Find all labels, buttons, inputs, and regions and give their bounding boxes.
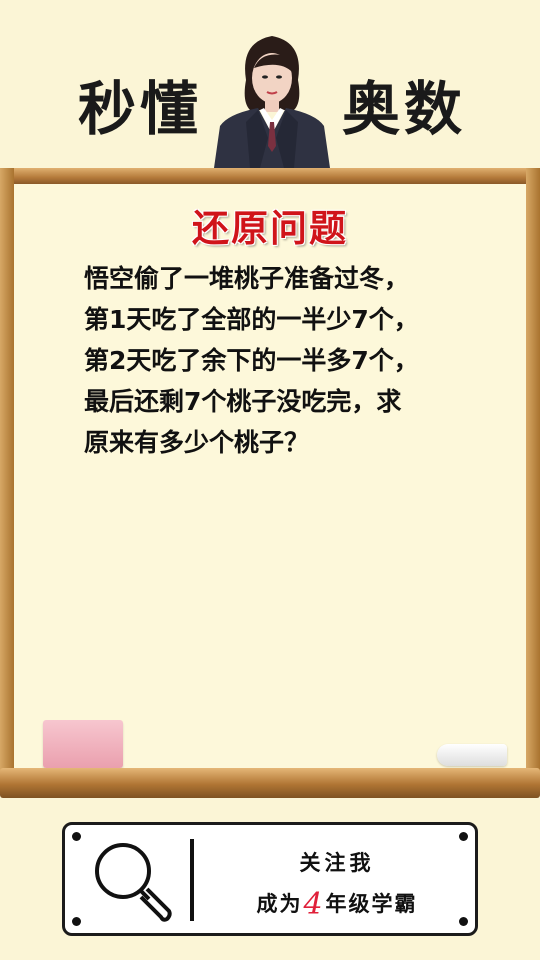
search-icon[interactable] (85, 833, 177, 925)
problem-line: 悟空偷了一堆桃子准备过冬， (84, 264, 410, 293)
follow-label[interactable]: 关注我 (195, 847, 479, 877)
header: 秒懂 奥数 (0, 0, 540, 170)
brand-title-left: 秒懂 (78, 75, 203, 143)
chalk-icon (437, 744, 507, 766)
grade-prefix: 成为 (256, 892, 303, 916)
eraser-icon (43, 720, 123, 768)
problem-text: 悟空偷了一堆桃子准备过冬， 第1天吃了全部的一半少7个， 第2天吃了余下的一半多… (84, 258, 464, 463)
card-divider (190, 839, 194, 921)
grade-number: 4 (303, 887, 325, 922)
follow-card[interactable]: 关注我 成为4年级学霸 (62, 822, 478, 936)
grade-tagline: 成为4年级学霸 (195, 887, 479, 922)
problem-line: 原来有多少个桃子？ (84, 428, 310, 457)
board-top-frame (0, 168, 540, 184)
corner-dot (72, 832, 81, 841)
board-bottom-frame (0, 768, 540, 798)
board-left-frame (0, 168, 14, 788)
grade-suffix: 年级学霸 (325, 892, 418, 916)
brand-title-right: 奥数 (342, 75, 467, 143)
presenter-avatar (214, 36, 330, 168)
problem-line: 第2天吃了余下的一半多7个， (84, 346, 419, 375)
problem-line: 第1天吃了全部的一半少7个， (84, 305, 419, 334)
problem-title: 还原问题 (192, 207, 348, 250)
board-right-frame (526, 168, 540, 788)
corner-dot (459, 832, 468, 841)
corner-dot (72, 917, 81, 926)
problem-line: 最后还剩7个桃子没吃完，求 (84, 387, 402, 416)
